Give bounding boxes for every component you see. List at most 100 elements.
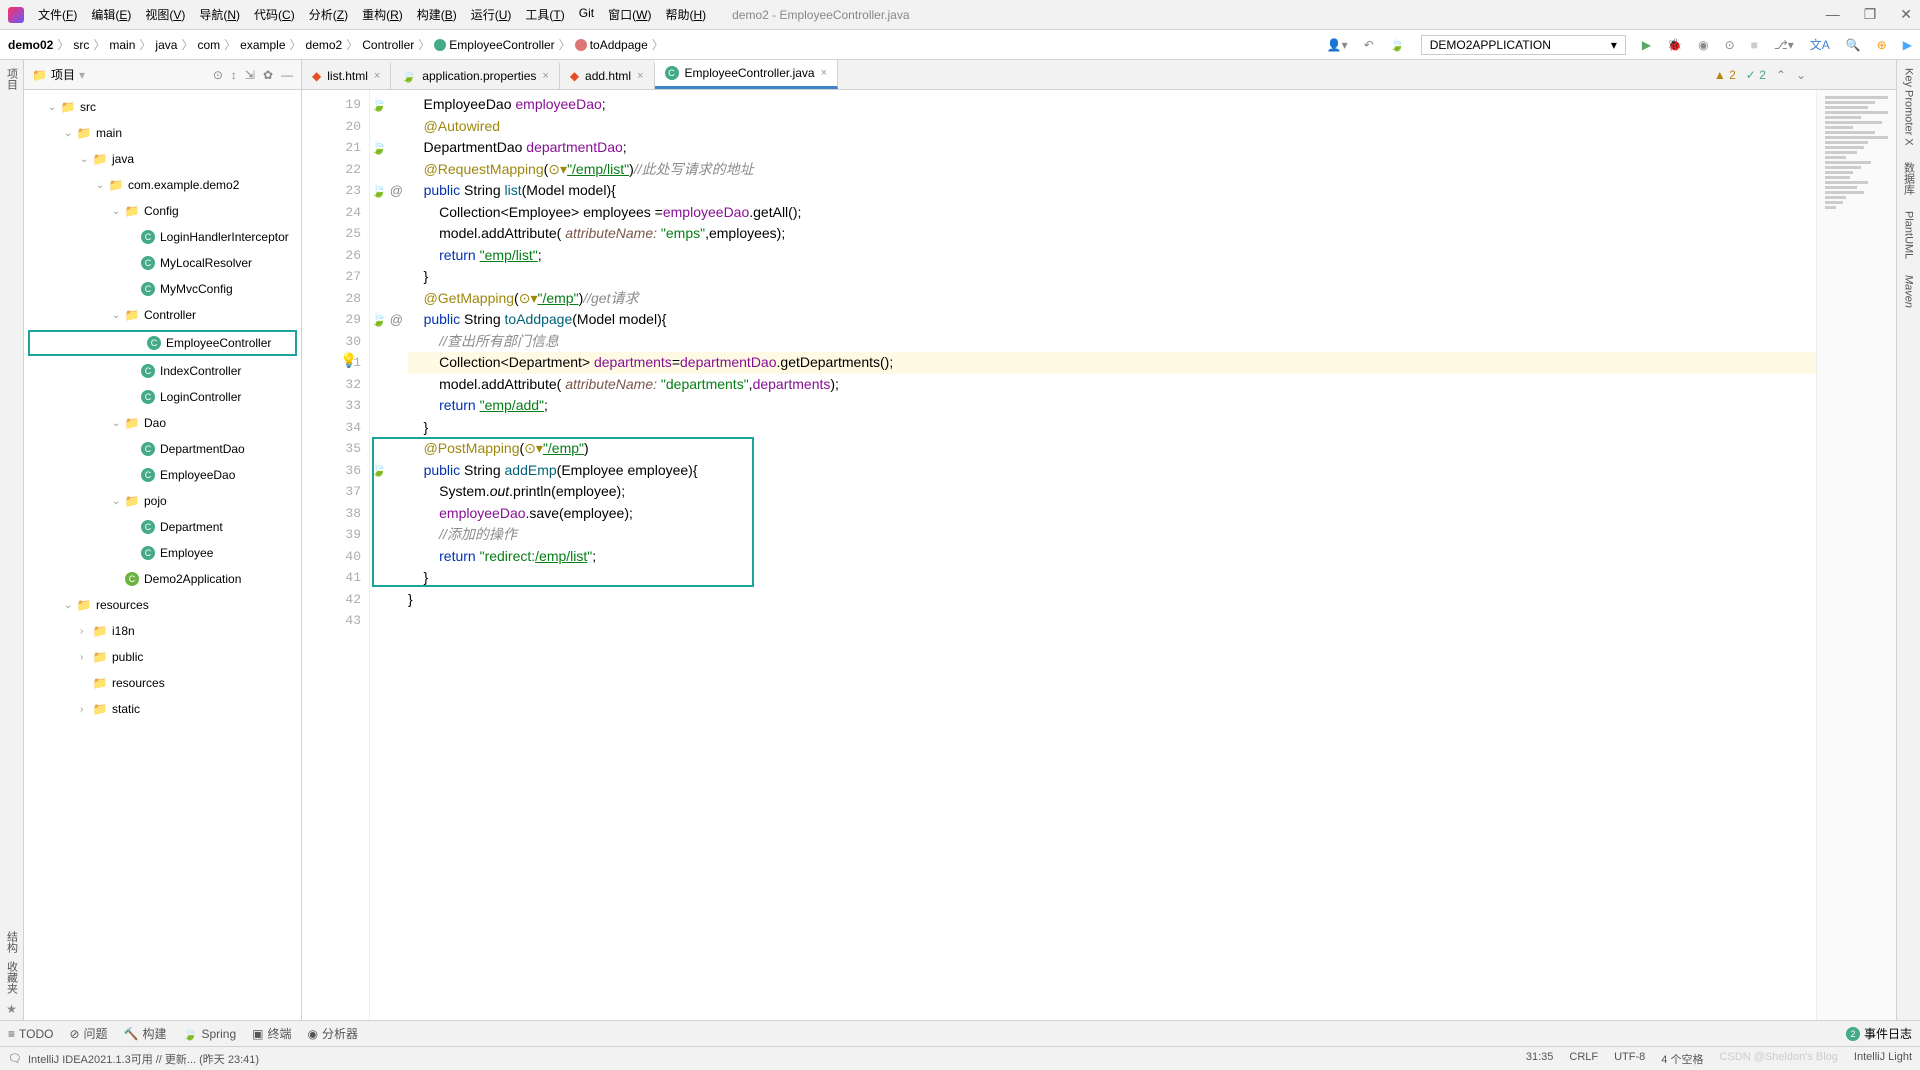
breadcrumb-item[interactable]: toAddpage xyxy=(575,38,648,52)
tree-node-employee[interactable]: CEmployee xyxy=(24,540,301,566)
code-line[interactable]: model.addAttribute( attributeName: "depa… xyxy=(408,374,1816,396)
status-update[interactable]: IntelliJ IDEA2021.1.3可用 // 更新... (昨天 23:… xyxy=(28,1051,259,1067)
profile-icon[interactable]: ⊙ xyxy=(1725,38,1735,52)
terminal-tool[interactable]: ▣ 终端 xyxy=(252,1025,291,1042)
code-line[interactable]: public String list(Model model){ xyxy=(408,180,1816,202)
minimap[interactable] xyxy=(1816,90,1896,1020)
code-line[interactable]: @PostMapping(⊙▾"/emp") xyxy=(408,438,1816,460)
undo-icon[interactable]: ↶ xyxy=(1364,38,1374,52)
tree-node-pojo[interactable]: ⌄📁pojo xyxy=(24,488,301,514)
locate-icon[interactable]: ⊙ xyxy=(213,68,223,82)
breadcrumb-item[interactable]: main xyxy=(109,38,135,52)
menu-item[interactable]: 运行(U) xyxy=(465,2,518,27)
editor-tab[interactable]: ◆add.html× xyxy=(560,63,655,89)
left-rail-favorites[interactable]: 收藏夹 xyxy=(4,961,20,994)
indent[interactable]: 4 个空格 xyxy=(1661,1051,1703,1067)
tree-node-department[interactable]: CDepartment xyxy=(24,514,301,540)
code-line[interactable]: public String addEmp(Employee employee){ xyxy=(408,460,1816,482)
check-badge[interactable]: ✓ 2 xyxy=(1746,68,1766,82)
tree-node-main[interactable]: ⌄📁main xyxy=(24,120,301,146)
warning-badge[interactable]: ▲ 2 xyxy=(1714,68,1736,82)
theme[interactable]: IntelliJ Light xyxy=(1854,1051,1912,1067)
menu-item[interactable]: 帮助(H) xyxy=(659,2,712,27)
notification-icon[interactable]: 🗨 xyxy=(8,1052,22,1065)
code-editor[interactable]: EmployeeDao employeeDao; @Autowired Depa… xyxy=(370,90,1816,1020)
tree-node-resources[interactable]: 📁resources xyxy=(24,670,301,696)
tree-node-i18n[interactable]: ›📁i18n xyxy=(24,618,301,644)
editor-tab[interactable]: 🍃application.properties× xyxy=(391,63,559,89)
expand-icon[interactable]: ↕ xyxy=(231,68,237,82)
code-line[interactable]: @Autowired xyxy=(408,116,1816,138)
tree-node-departmentdao[interactable]: CDepartmentDao xyxy=(24,436,301,462)
spring-icon[interactable]: 🍃 xyxy=(1390,38,1405,52)
tree-node-logincontroller[interactable]: CLoginController xyxy=(24,384,301,410)
next-icon[interactable]: ⌄ xyxy=(1796,68,1806,82)
code-line[interactable]: Collection<Employee> employees =employee… xyxy=(408,202,1816,224)
code-line[interactable]: } xyxy=(408,266,1816,288)
editor-tab[interactable]: CEmployeeController.java× xyxy=(655,60,839,89)
left-rail-structure[interactable]: 结构 xyxy=(4,931,20,953)
menu-item[interactable]: Git xyxy=(573,2,600,27)
encoding[interactable]: UTF-8 xyxy=(1614,1051,1645,1067)
tree-node-controller[interactable]: ⌄📁Controller xyxy=(24,302,301,328)
code-line[interactable]: @RequestMapping(⊙▾"/emp/list")//此处写请求的地址 xyxy=(408,159,1816,181)
left-rail-project[interactable]: 项目 xyxy=(4,68,20,90)
tab-close-icon[interactable]: × xyxy=(637,70,643,82)
coverage-icon[interactable]: ◉ xyxy=(1698,38,1708,52)
right-rail-database[interactable]: 数据库 xyxy=(1901,162,1917,195)
breadcrumb-item[interactable]: com xyxy=(197,38,220,52)
right-rail-plantuml[interactable]: PlantUML xyxy=(1903,211,1915,259)
tab-close-icon[interactable]: × xyxy=(542,70,548,82)
build-tool[interactable]: 🔨 构建 xyxy=(124,1025,167,1042)
code-line[interactable]: } xyxy=(408,417,1816,439)
breadcrumb-item[interactable]: EmployeeController xyxy=(434,38,554,52)
minimize-icon[interactable]: — xyxy=(1826,6,1840,23)
code-line[interactable]: //添加的操作 xyxy=(408,524,1816,546)
code-line[interactable]: employeeDao.save(employee); xyxy=(408,503,1816,525)
ide-settings-icon[interactable]: ⊕ xyxy=(1877,38,1887,52)
tree-node-config[interactable]: ⌄📁Config xyxy=(24,198,301,224)
tab-close-icon[interactable]: × xyxy=(374,70,380,82)
breadcrumb-item[interactable]: demo02 xyxy=(8,38,53,52)
todo-tool[interactable]: ≡ TODO xyxy=(8,1027,53,1041)
prev-icon[interactable]: ⌃ xyxy=(1776,68,1786,82)
code-line[interactable]: //查出所有部门信息 xyxy=(408,331,1816,353)
hide-icon[interactable]: — xyxy=(281,68,293,82)
tree-node-java[interactable]: ⌄📁java xyxy=(24,146,301,172)
intention-bulb-icon[interactable]: 💡 xyxy=(340,350,357,372)
code-line[interactable]: @GetMapping(⊙▾"/emp")//get请求 xyxy=(408,288,1816,310)
user-icon[interactable]: 👤▾ xyxy=(1327,38,1348,52)
menu-item[interactable]: 代码(C) xyxy=(248,2,301,27)
menu-item[interactable]: 编辑(E) xyxy=(85,2,137,27)
tree-node-com-example-demo2[interactable]: ⌄📁com.example.demo2 xyxy=(24,172,301,198)
profiler-tool[interactable]: ◉ 分析器 xyxy=(308,1025,359,1042)
tree-node-mymvcconfig[interactable]: CMyMvcConfig xyxy=(24,276,301,302)
code-line[interactable] xyxy=(408,610,1816,632)
breadcrumb-item[interactable]: Controller xyxy=(362,38,414,52)
search-icon[interactable]: 🔍 xyxy=(1846,38,1861,52)
run-button[interactable]: ▶ xyxy=(1642,38,1651,52)
code-line[interactable]: public String toAddpage(Model model){ xyxy=(408,309,1816,331)
menu-item[interactable]: 文件(F) xyxy=(32,2,83,27)
git-icon[interactable]: ⎇▾ xyxy=(1774,38,1794,52)
code-line[interactable]: return "emp/add"; xyxy=(408,395,1816,417)
tree-node-public[interactable]: ›📁public xyxy=(24,644,301,670)
code-line[interactable]: return "emp/list"; xyxy=(408,245,1816,267)
stop-icon[interactable]: ■ xyxy=(1751,38,1758,52)
run-config-select[interactable]: DEMO2APPLICATION▾ xyxy=(1421,35,1626,55)
code-line[interactable]: System.out.println(employee); xyxy=(408,481,1816,503)
breadcrumb-item[interactable]: java xyxy=(155,38,177,52)
code-line[interactable]: model.addAttribute( attributeName: "emps… xyxy=(408,223,1816,245)
menu-item[interactable]: 视图(V) xyxy=(139,2,191,27)
editor-tab[interactable]: ◆list.html× xyxy=(302,63,391,89)
tab-close-icon[interactable]: × xyxy=(821,67,827,79)
star-icon[interactable]: ★ xyxy=(6,1002,17,1016)
tree-node-mylocalresolver[interactable]: CMyLocalResolver xyxy=(24,250,301,276)
translate-icon[interactable]: 文A xyxy=(1810,36,1830,53)
breadcrumb-item[interactable]: src xyxy=(73,38,89,52)
code-line[interactable]: DepartmentDao departmentDao; xyxy=(408,137,1816,159)
code-line[interactable]: } xyxy=(408,589,1816,611)
problems-tool[interactable]: ⊘ 问题 xyxy=(69,1025,107,1042)
maximize-icon[interactable]: ❐ xyxy=(1864,6,1877,23)
project-tree[interactable]: ⌄📁src⌄📁main⌄📁java⌄📁com.example.demo2⌄📁Co… xyxy=(24,90,301,1020)
